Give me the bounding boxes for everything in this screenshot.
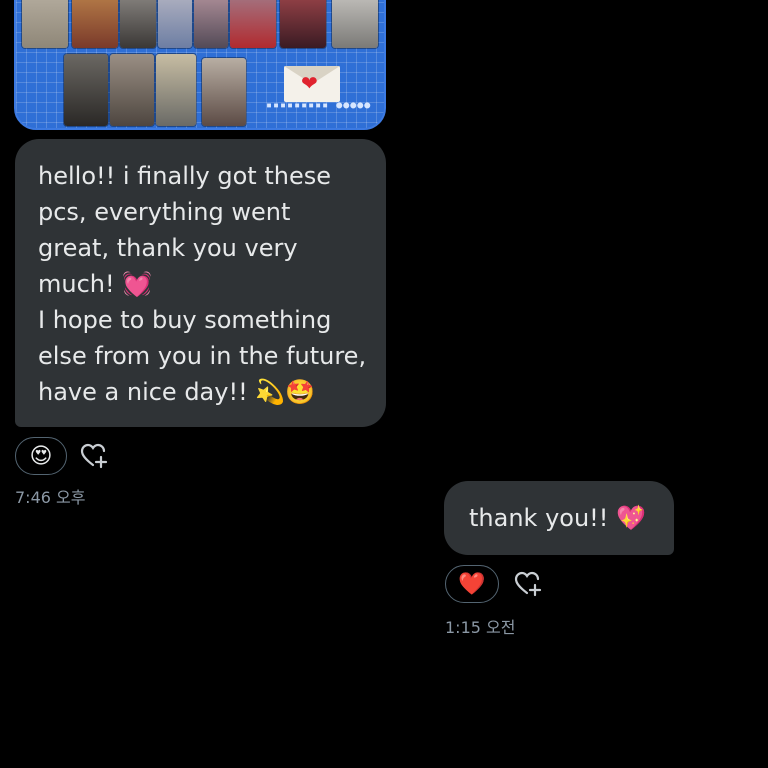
message-line: else from you in the future, xyxy=(38,342,367,370)
image-attachment[interactable]: ❤ ▪▪▪▪▪▪▪▪▪ ●●●●● xyxy=(14,0,386,130)
message-text: thank you!! 💖 xyxy=(469,504,646,532)
photocard xyxy=(230,0,276,48)
photocard xyxy=(72,0,118,48)
received-timestamp: 7:46 오후 xyxy=(15,488,86,507)
add-reaction-button[interactable] xyxy=(78,440,110,472)
photocard xyxy=(158,0,192,48)
message-line: pcs, everything went xyxy=(38,198,291,226)
message-line: I hope to buy something xyxy=(38,306,332,334)
sent-message-bubble[interactable]: thank you!! 💖 xyxy=(444,481,674,555)
received-message-bubble[interactable]: hello!! i finally got these pcs, everyth… xyxy=(15,139,386,427)
heart-icon: ❤ xyxy=(301,71,318,95)
message-line: great, thank you very xyxy=(38,234,298,262)
message-line: have a nice day!! 💫🤩 xyxy=(38,378,316,406)
heart-eyes-emoji: 😍 xyxy=(29,443,53,469)
photocard xyxy=(120,0,156,48)
sent-timestamp: 1:15 오전 xyxy=(445,618,516,637)
mat-dots: ▪▪▪▪▪▪▪▪▪ ●●●●● xyxy=(266,100,372,111)
photocard xyxy=(22,0,68,48)
message-line: hello!! i finally got these xyxy=(38,162,331,190)
reaction-pill[interactable]: 😍 xyxy=(15,437,67,475)
add-reaction-button[interactable] xyxy=(512,568,544,600)
photocard xyxy=(202,58,246,126)
reaction-pill[interactable]: ❤️ xyxy=(445,565,499,603)
photocard xyxy=(110,54,154,126)
heart-plus-icon xyxy=(80,443,108,469)
envelope-icon: ❤ xyxy=(284,66,340,102)
photocard xyxy=(332,0,378,48)
heart-plus-icon xyxy=(514,571,542,597)
photocard xyxy=(64,54,108,126)
message-line: much! 💓 xyxy=(38,270,153,298)
red-heart-emoji: ❤️ xyxy=(458,571,486,597)
photocard xyxy=(194,0,228,48)
photocard xyxy=(156,54,196,126)
photocard xyxy=(280,0,326,48)
